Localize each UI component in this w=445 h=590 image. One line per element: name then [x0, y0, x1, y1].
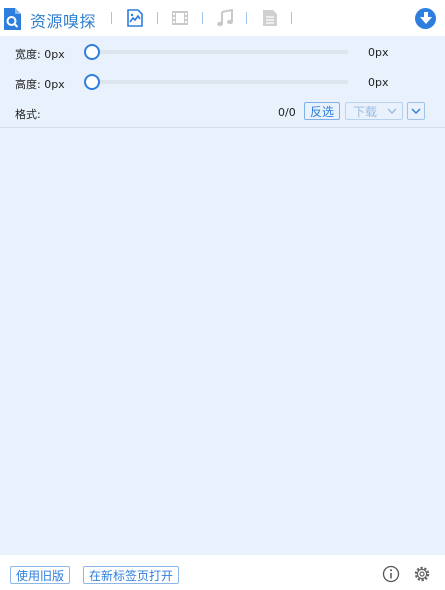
- height-label: 高度: 0px: [15, 78, 65, 91]
- download-button-label: 下载: [353, 104, 378, 119]
- width-slider-handle[interactable]: [84, 44, 100, 60]
- document-icon[interactable]: [261, 9, 279, 27]
- app-title: 资源嗅探: [30, 12, 97, 31]
- download-icon: [419, 12, 432, 24]
- height-slider-track[interactable]: [90, 80, 348, 84]
- height-slider-handle[interactable]: [84, 74, 100, 90]
- width-label: 宽度: 0px: [15, 48, 65, 61]
- separator: [111, 12, 112, 24]
- invert-selection-button[interactable]: 反选: [304, 102, 340, 120]
- format-label: 格式:: [15, 108, 41, 121]
- download-all-button[interactable]: [415, 8, 436, 29]
- separator: [291, 12, 292, 24]
- separator: [202, 12, 203, 24]
- more-options-button[interactable]: [407, 102, 425, 120]
- music-icon[interactable]: [216, 9, 234, 27]
- height-value: 0px: [368, 76, 389, 89]
- footer: 使用旧版 在新标签页打开: [0, 555, 445, 590]
- info-icon[interactable]: [382, 565, 400, 583]
- chevron-down-icon: [411, 108, 421, 114]
- logo-search-icon: [4, 8, 21, 30]
- use-old-version-button[interactable]: 使用旧版: [10, 566, 71, 584]
- chevron-down-icon: [387, 108, 397, 114]
- divider: [0, 127, 445, 128]
- width-value: 0px: [368, 46, 389, 59]
- width-slider-track[interactable]: [90, 50, 348, 54]
- open-in-new-tab-button[interactable]: 在新标签页打开: [83, 566, 180, 584]
- separator: [246, 12, 247, 24]
- selection-count: 0/0: [278, 106, 296, 119]
- image-icon[interactable]: [126, 9, 144, 27]
- video-icon[interactable]: [171, 9, 189, 27]
- header: 资源嗅探: [0, 0, 445, 36]
- download-button[interactable]: 下载: [345, 102, 403, 120]
- settings-icon[interactable]: [413, 565, 431, 583]
- separator: [157, 12, 158, 24]
